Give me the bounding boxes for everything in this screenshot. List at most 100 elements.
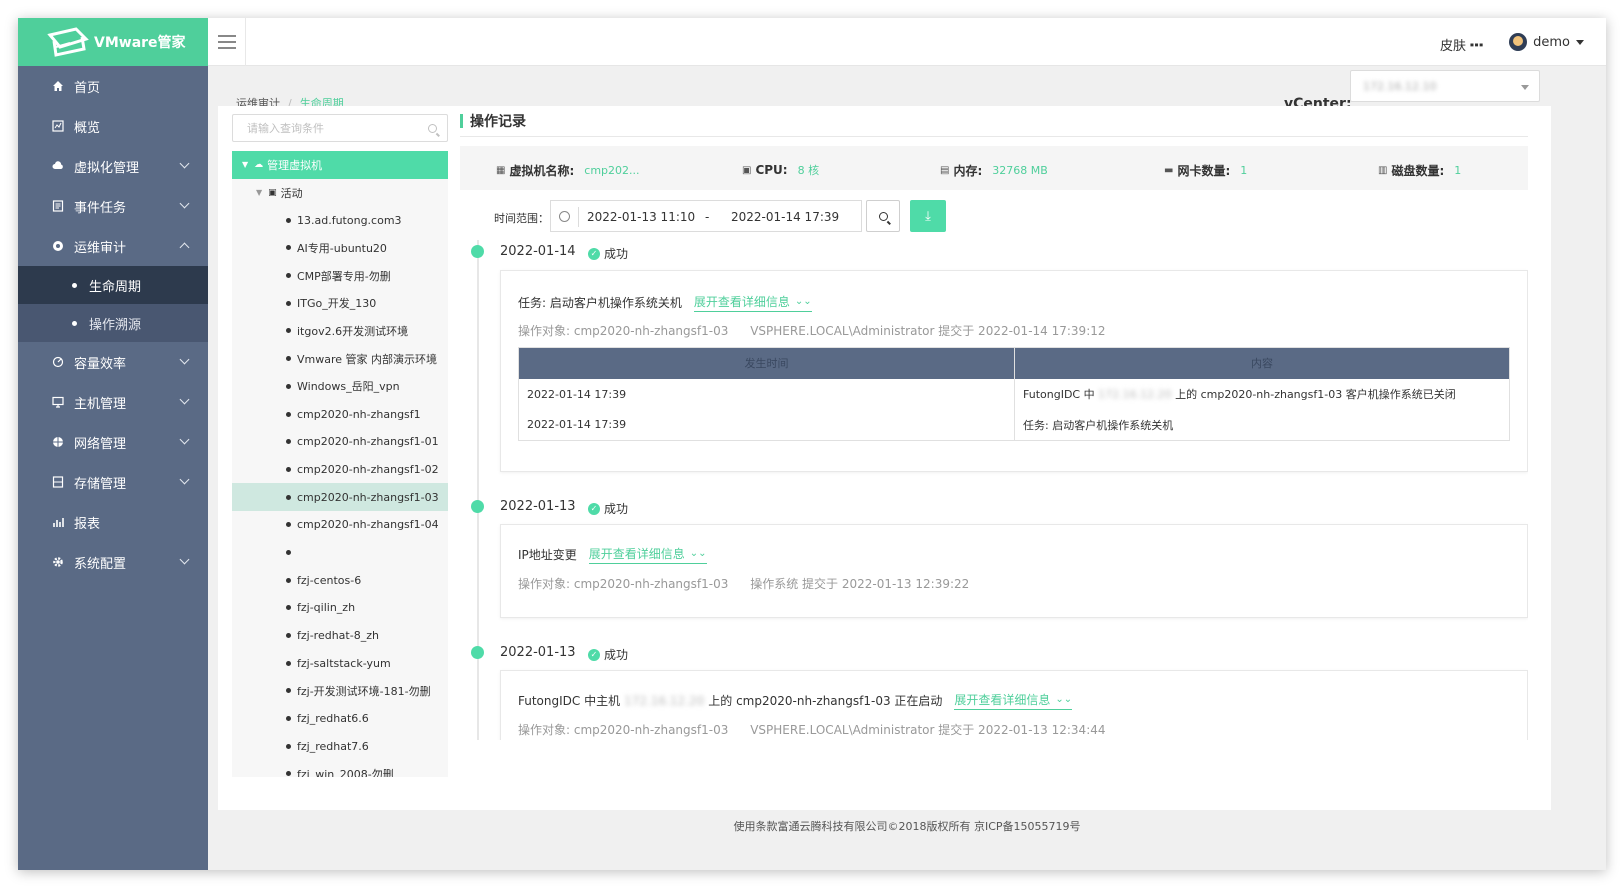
- date-range-picker[interactable]: 2022-01-13 11:10 - 2022-01-14 17:39: [550, 200, 862, 232]
- card-title: IP地址变更 展开查看详细信息 ⌄⌄: [518, 545, 707, 564]
- expand-details-link[interactable]: 展开查看详细信息 ⌄⌄: [693, 293, 812, 312]
- sidebar-item-hosts[interactable]: 主机管理: [18, 382, 208, 422]
- card-title: FutongIDC 中主机 172.16.12.20 上的 cmp2020-nh…: [518, 691, 1073, 710]
- bullet-icon: [286, 494, 291, 500]
- tree-node[interactable]: cmp2020-nh-zhangsf1-02: [232, 456, 448, 484]
- tree-node[interactable]: fzj-redhat-8_zh: [232, 622, 448, 650]
- double-chevron-down-icon: ⌄⌄: [794, 296, 812, 307]
- tree-node-label: itgov2.6开发测试环境: [297, 324, 409, 338]
- meta-submitter: VSPHERE.LOCAL\Administrator 提交于 2022-01-…: [750, 324, 1106, 338]
- bullet-icon: [286, 605, 291, 611]
- sidebar-item-events[interactable]: 事件任务: [18, 186, 208, 226]
- tree-node[interactable]: 13.ad.futong.com3: [232, 206, 448, 234]
- skin-switcher[interactable]: 皮肤 ⋮: [1439, 35, 1486, 55]
- chevron-down-icon: [179, 434, 190, 445]
- bullet-icon: [286, 577, 291, 583]
- tree-node[interactable]: cmp2020-nh-zhangsf1-01: [232, 428, 448, 456]
- expand-caret-icon: ▼: [256, 188, 263, 198]
- user-menu[interactable]: demo: [1509, 33, 1584, 51]
- status-label: 成功: [604, 502, 629, 516]
- sidebar-item-label: 虚拟化管理: [74, 160, 140, 176]
- download-button[interactable]: ⤓: [910, 200, 946, 232]
- expand-details-link[interactable]: 展开查看详细信息 ⌄⌄: [954, 691, 1073, 710]
- tree-root-label: 管理虚拟机: [267, 158, 323, 172]
- sidebar-item-label: 首页: [74, 80, 101, 96]
- skin-label: 皮肤: [1439, 39, 1466, 54]
- tree-node[interactable]: fzj-开发测试环境-181-勿删: [232, 677, 448, 705]
- card-title-ip: 172.16.12.20: [624, 693, 705, 708]
- sidebar-item-audit[interactable]: 运维审计: [18, 226, 208, 266]
- sidebar-item-overview[interactable]: 概览: [18, 106, 208, 146]
- bullet-icon: [286, 549, 291, 555]
- nic-info: ▬ 网卡数量: 1: [1164, 162, 1247, 179]
- tree-group-node[interactable]: ▼ ▣ 活动: [232, 179, 448, 207]
- tree-node[interactable]: fzj_redhat7.6: [232, 732, 448, 760]
- tree-node[interactable]: fzj-qilin_zh: [232, 594, 448, 622]
- tree-node[interactable]: Vmware 管家 内部演示环境: [232, 345, 448, 373]
- sidebar-subitem-label: 生命周期: [89, 279, 142, 295]
- tree-search-input[interactable]: [233, 115, 413, 141]
- vm-name-value: cmp202...: [584, 164, 640, 177]
- tree-node[interactable]: itgov2.6开发测试环境: [232, 317, 448, 345]
- tree-node[interactable]: cmp2020-nh-zhangsf1-04: [232, 511, 448, 539]
- sidebar-item-label: 网络管理: [74, 436, 127, 452]
- tree-node[interactable]: ITGo_开发_130: [232, 289, 448, 317]
- report-icon: [52, 516, 64, 528]
- range-end[interactable]: 2022-01-14 17:39: [731, 210, 839, 224]
- search-icon[interactable]: [428, 124, 437, 133]
- table-header: 内容: [1014, 347, 1510, 379]
- sidebar-item-storage[interactable]: 存储管理: [18, 462, 208, 502]
- page-title: 操作记录: [460, 110, 526, 132]
- tree-root-node[interactable]: ▼ ☁ 管理虚拟机: [232, 151, 448, 179]
- tree-node[interactable]: cmp2020-nh-zhangsf1-03: [232, 483, 448, 511]
- tree-node-label: cmp2020-nh-zhangsf1-03: [297, 490, 439, 504]
- tree-node[interactable]: fzj-saltstack-yum: [232, 649, 448, 677]
- tree-node[interactable]: fzj_win_2008-勿删: [232, 760, 448, 777]
- sidebar-item-report[interactable]: 报表: [18, 502, 208, 542]
- sidebar-item-network[interactable]: 网络管理: [18, 422, 208, 462]
- table-cell-time: 2022-01-14 17:39: [518, 378, 1015, 410]
- bullet-icon: [286, 688, 291, 694]
- chevron-down-icon: [179, 394, 190, 405]
- sidebar-item-home[interactable]: 首页: [18, 66, 208, 106]
- table-header: 发生时间: [518, 347, 1015, 379]
- sidebar-item-capacity[interactable]: 容量效率: [18, 342, 208, 382]
- top-header: 皮肤 ⋮ demo: [208, 18, 1606, 66]
- chevron-up-icon: [179, 242, 190, 253]
- tree-node[interactable]: Windows_岳阳_vpn: [232, 373, 448, 401]
- disk-info: ▥ 磁盘数量: 1: [1378, 162, 1461, 179]
- sidebar-item-settings[interactable]: 系统配置: [18, 542, 208, 582]
- sidebar-item-virtualization[interactable]: 虚拟化管理: [18, 146, 208, 186]
- sidebar-item-label: 运维审计: [74, 240, 127, 256]
- range-start[interactable]: 2022-01-13 11:10: [587, 210, 695, 224]
- search-button[interactable]: [866, 200, 900, 232]
- server-icon: ▣: [268, 187, 277, 198]
- tree-node[interactable]: fzj-centos-6: [232, 566, 448, 594]
- tree-node[interactable]: AI专用-ubuntu20: [232, 234, 448, 262]
- bullet-icon: [286, 771, 291, 777]
- disk-icon: ▥: [1378, 165, 1388, 176]
- vm-tree: ▼ ☁ 管理虚拟机 ▼ ▣ 活动 13.ad.futong.com3 AI专用-u…: [232, 151, 448, 777]
- tree-node-label: fzj-开发测试环境-181-勿删: [297, 684, 431, 698]
- sidebar-subitem-trace[interactable]: 操作溯源: [18, 304, 208, 342]
- expand-details-link[interactable]: 展开查看详细信息 ⌄⌄: [588, 545, 707, 564]
- tree-node[interactable]: cmp2020-nh-zhangsf1: [232, 400, 448, 428]
- divider: [460, 136, 1528, 137]
- cloud-icon: ☁: [254, 159, 264, 170]
- vm-icon: ▦: [496, 165, 506, 176]
- disk-label: 磁盘数量:: [1391, 164, 1445, 178]
- download-icon: ⤓: [925, 208, 931, 224]
- main-panel: ▼ ☁ 管理虚拟机 ▼ ▣ 活动 13.ad.futong.com3 AI专用-u…: [218, 106, 1551, 810]
- tree-node[interactable]: fzj_redhat6.6: [232, 705, 448, 733]
- network-icon: [52, 436, 64, 448]
- tree-node[interactable]: [232, 539, 448, 567]
- tree-node[interactable]: CMP部署专用-勿删: [232, 262, 448, 290]
- bullet-icon: [286, 466, 291, 472]
- bullet-icon: [286, 300, 291, 306]
- card-title-prefix: FutongIDC 中主机: [518, 694, 621, 708]
- sidebar-subitem-lifecycle[interactable]: 生命周期: [18, 266, 208, 304]
- tree-search: [232, 114, 448, 142]
- logo[interactable]: VMware管家: [18, 18, 208, 66]
- menu-toggle-icon[interactable]: [208, 18, 246, 66]
- vcenter-select[interactable]: 172.16.12.10: [1350, 70, 1540, 102]
